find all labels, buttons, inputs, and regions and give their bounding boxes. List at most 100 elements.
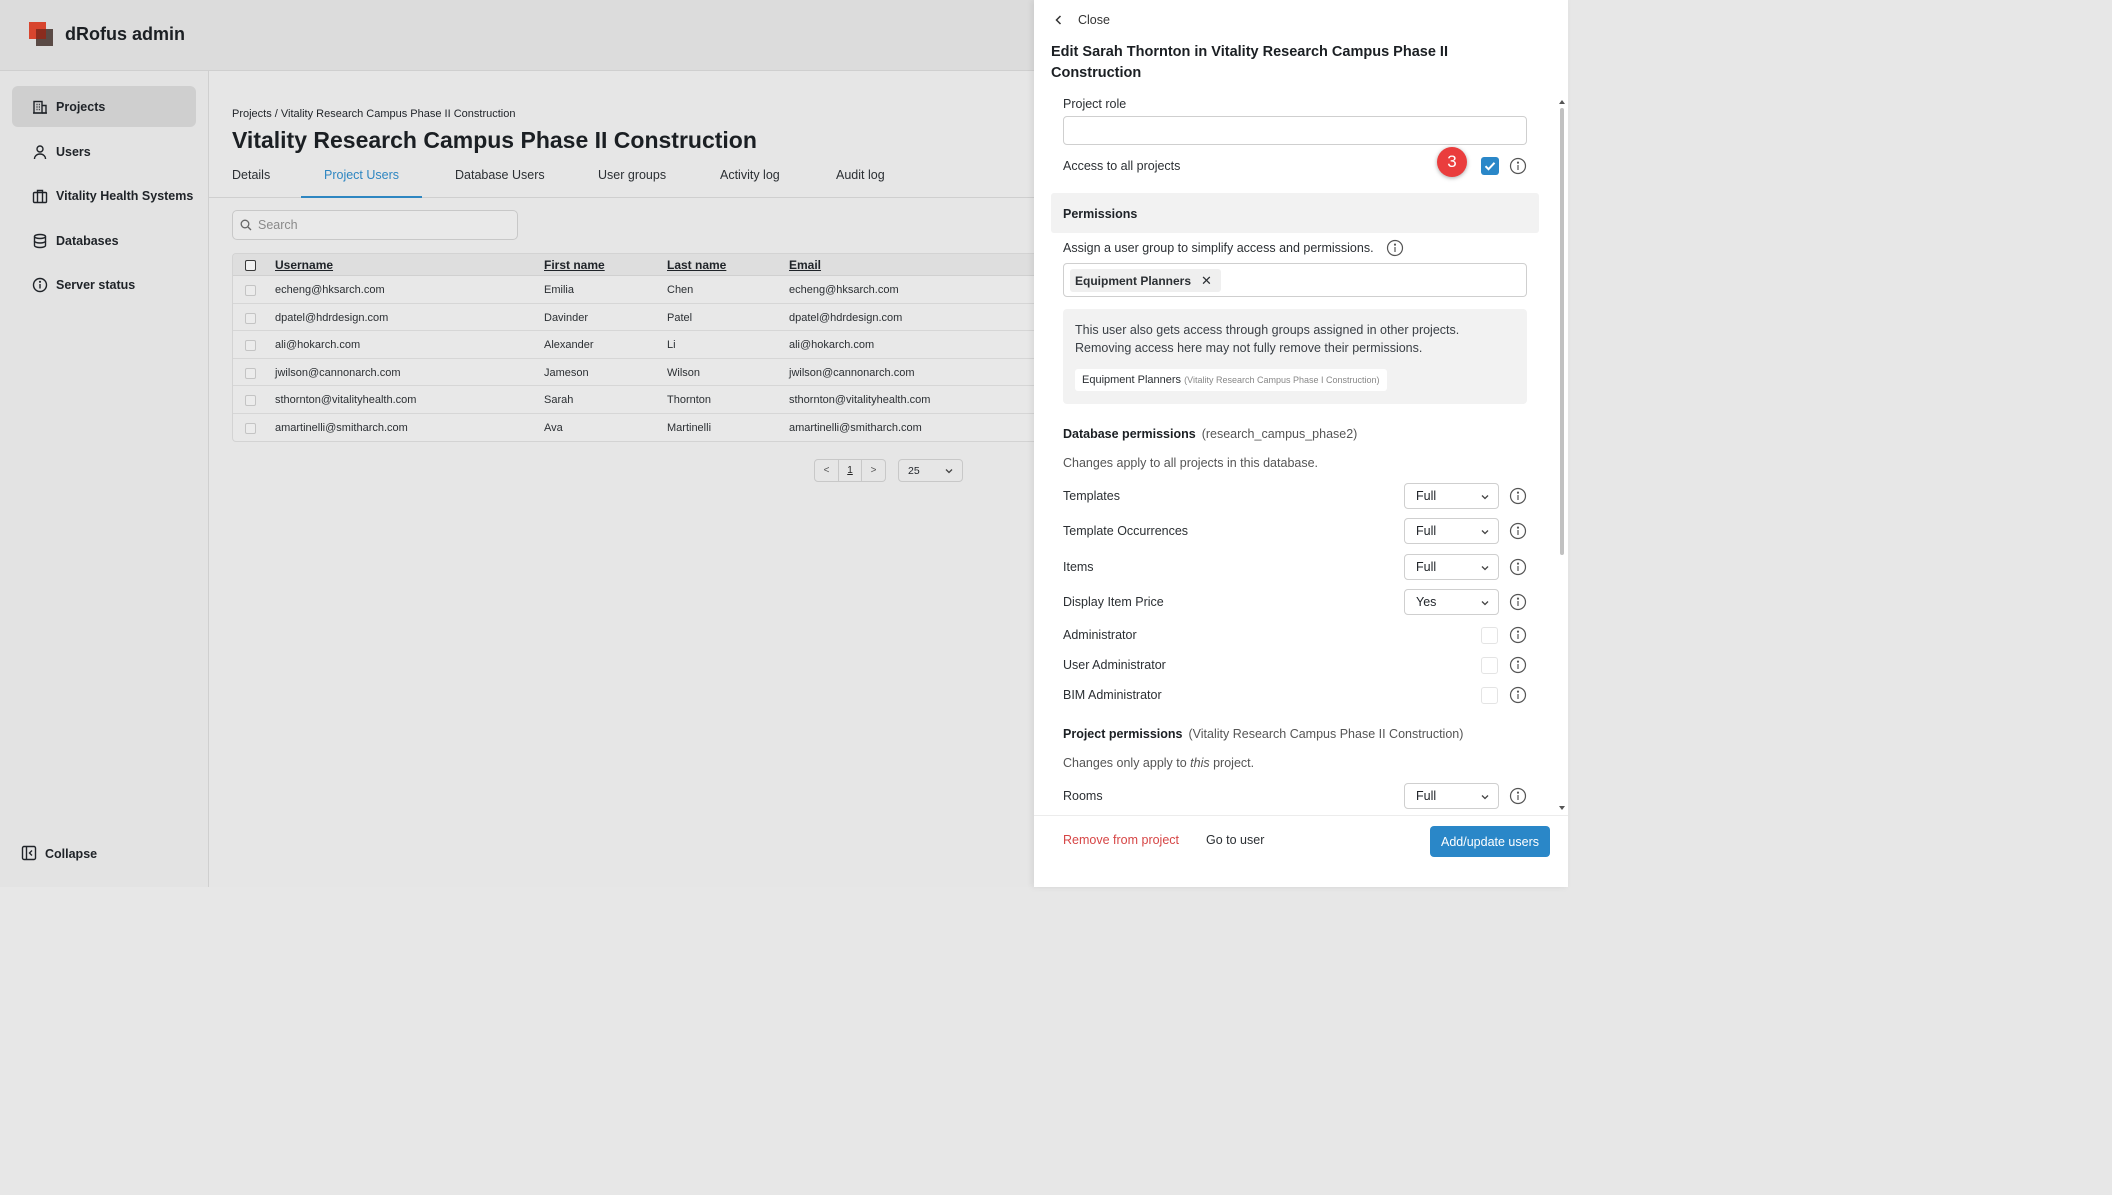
- go-to-user-button[interactable]: Go to user: [1206, 833, 1264, 847]
- table-row[interactable]: sthornton@vitalityhealth.com Sarah Thorn…: [233, 386, 1034, 414]
- tab-project-users[interactable]: Project Users: [301, 168, 423, 198]
- chevron-down-icon: [1480, 492, 1490, 502]
- template-occurrences-select[interactable]: Full: [1404, 518, 1499, 544]
- sidebar-item-organization[interactable]: Vitality Health Systems: [12, 175, 196, 216]
- bim-administrator-checkbox[interactable]: [1481, 687, 1498, 704]
- user-administrator-label: User Administrator: [1063, 658, 1166, 672]
- cell-last-name: Patel: [667, 311, 693, 324]
- page-size-select[interactable]: 25: [898, 459, 963, 482]
- database-name: (research_campus_phase2): [1201, 427, 1358, 441]
- template-occurrences-label: Template Occurrences: [1063, 524, 1189, 538]
- cell-email: ali@hokarch.com: [789, 339, 875, 351]
- close-label: Close: [1078, 13, 1110, 27]
- tab-details[interactable]: Details: [232, 168, 270, 198]
- sidebar-item-projects[interactable]: Projects: [12, 86, 196, 127]
- cell-first-name: Sarah: [544, 394, 574, 406]
- row-checkbox[interactable]: [245, 422, 256, 434]
- collapse-icon: [21, 845, 39, 863]
- drawer-scrollbar[interactable]: [1558, 98, 1566, 813]
- cell-username: ali@hokarch.com: [275, 339, 361, 351]
- footer-divider: [1034, 815, 1568, 816]
- project-permissions-title: Project permissions (Vitality Research Ca…: [1063, 727, 1463, 741]
- templates-select[interactable]: Full: [1404, 483, 1499, 509]
- row-checkbox[interactable]: [245, 340, 256, 351]
- info-icon[interactable]: [1386, 239, 1404, 257]
- prev-page-button[interactable]: <: [814, 459, 839, 482]
- sidebar-item-databases[interactable]: Databases: [12, 220, 196, 261]
- info-icon[interactable]: [1509, 593, 1527, 611]
- cell-username: jwilson@cannonarch.com: [275, 366, 401, 379]
- tab-activity-log[interactable]: Activity log: [720, 168, 780, 198]
- row-checkbox[interactable]: [245, 312, 256, 324]
- column-header-email[interactable]: Email: [789, 258, 821, 272]
- info-icon[interactable]: [1509, 686, 1527, 704]
- inherited-access-notice: This user also gets access through group…: [1063, 309, 1527, 404]
- cell-first-name: Jameson: [544, 366, 589, 379]
- table-row[interactable]: dpatel@hdrdesign.com Davinder Patel dpat…: [233, 304, 1034, 331]
- cell-email: dpatel@hdrdesign.com: [789, 311, 903, 324]
- row-checkbox[interactable]: [245, 395, 256, 406]
- project-role-label: Project role: [1063, 97, 1127, 111]
- sidebar-item-server-status[interactable]: Server status: [12, 264, 196, 305]
- table-row[interactable]: amartinelli@smitharch.com Ava Martinelli…: [233, 414, 1034, 442]
- rooms-label: Rooms: [1063, 789, 1103, 803]
- table-row[interactable]: ali@hokarch.com Alexander Li ali@hokarch…: [233, 331, 1034, 359]
- chevron-left-icon: [1053, 13, 1065, 27]
- remove-chip-icon[interactable]: ✕: [1201, 273, 1212, 289]
- template-occurrences-value: Full: [1416, 524, 1437, 538]
- scrollbar-thumb[interactable]: [1560, 108, 1564, 555]
- access-all-projects-checkbox[interactable]: [1481, 157, 1499, 175]
- tab-database-users[interactable]: Database Users: [455, 168, 545, 198]
- permissions-header: Permissions: [1051, 193, 1539, 233]
- info-icon[interactable]: [1509, 157, 1527, 175]
- rooms-select[interactable]: Full: [1404, 783, 1499, 809]
- table-row[interactable]: echeng@hksarch.com Emilia Chen echeng@hk…: [233, 276, 1034, 304]
- bim-administrator-label: BIM Administrator: [1063, 688, 1162, 702]
- row-checkbox[interactable]: [245, 367, 256, 379]
- drawer-title: Edit Sarah Thornton in Vitality Research…: [1051, 44, 1448, 81]
- inherited-group-project: (Vitality Research Campus Phase I Constr…: [1184, 375, 1380, 385]
- tab-user-groups[interactable]: User groups: [598, 168, 666, 198]
- chevron-down-icon: [1480, 563, 1490, 573]
- administrator-checkbox[interactable]: [1481, 627, 1498, 644]
- column-header-username[interactable]: Username: [275, 258, 333, 272]
- breadcrumb[interactable]: Projects / Vitality Research Campus Phas…: [232, 108, 515, 120]
- user-administrator-checkbox[interactable]: [1481, 657, 1498, 674]
- select-all-checkbox[interactable]: [245, 260, 256, 271]
- inherited-group-chip: Equipment Planners (Vitality Research Ca…: [1075, 369, 1387, 391]
- scroll-up-icon: [1559, 100, 1565, 104]
- row-checkbox[interactable]: [245, 285, 256, 296]
- collapse-button[interactable]: Collapse: [21, 845, 97, 863]
- page-number-button[interactable]: 1: [839, 459, 862, 482]
- database-permissions-heading: Database permissions: [1063, 427, 1196, 441]
- next-page-button[interactable]: >: [862, 459, 886, 482]
- tab-audit-log[interactable]: Audit log: [836, 168, 885, 198]
- add-update-users-button[interactable]: Add/update users: [1430, 826, 1550, 857]
- sidebar-item-users[interactable]: Users: [12, 131, 196, 172]
- sidebar-item-label: Users: [56, 144, 91, 159]
- info-icon[interactable]: [1509, 558, 1527, 576]
- items-select[interactable]: Full: [1404, 554, 1499, 580]
- info-icon[interactable]: [1509, 522, 1527, 540]
- access-all-projects-label: Access to all projects: [1063, 159, 1181, 173]
- info-icon[interactable]: [1509, 487, 1527, 505]
- info-icon[interactable]: [1509, 787, 1527, 805]
- info-icon[interactable]: [1509, 656, 1527, 674]
- column-header-last-name[interactable]: Last name: [667, 258, 726, 272]
- cell-email: jwilson@cannonarch.com: [789, 366, 915, 379]
- column-header-first-name[interactable]: First name: [544, 258, 605, 272]
- display-item-price-value: Yes: [1416, 595, 1437, 609]
- search-input[interactable]: [258, 218, 508, 232]
- cell-email: sthornton@vitalityhealth.com: [789, 394, 931, 406]
- user-group-select[interactable]: Equipment Planners ✕: [1063, 263, 1527, 297]
- cell-first-name: Emilia: [544, 284, 574, 296]
- templates-label: Templates: [1063, 489, 1120, 503]
- info-icon[interactable]: [1509, 626, 1527, 644]
- templates-value: Full: [1416, 489, 1437, 503]
- table-row[interactable]: jwilson@cannonarch.com Jameson Wilson jw…: [233, 359, 1034, 386]
- close-button[interactable]: Close: [1053, 13, 1110, 27]
- remove-from-project-button[interactable]: Remove from project: [1063, 833, 1179, 847]
- display-item-price-select[interactable]: Yes: [1404, 589, 1499, 615]
- project-role-input[interactable]: [1063, 116, 1527, 145]
- user-group-chip: Equipment Planners ✕: [1070, 269, 1221, 292]
